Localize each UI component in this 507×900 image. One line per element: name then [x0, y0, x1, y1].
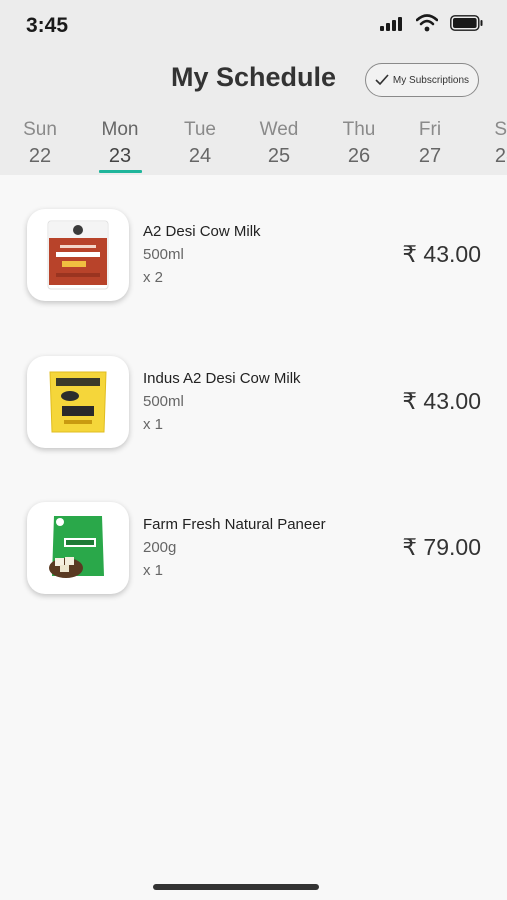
day-date: 24 [188, 145, 212, 167]
product-price: ₹ 79.00 [402, 534, 481, 560]
product-name: A2 Desi Cow Milk [143, 223, 261, 240]
milk-pouch-red-image [47, 220, 109, 290]
product-price: ₹ 43.00 [402, 241, 481, 267]
product-quantity: 500ml [143, 246, 184, 263]
selected-day-indicator [99, 170, 142, 173]
my-subscriptions-button[interactable]: My Subscriptions [365, 63, 479, 97]
product-quantity: 200g [143, 539, 177, 556]
day-name: Wed [259, 119, 299, 140]
day-name: Fri [418, 119, 442, 140]
product-thumbnail [27, 502, 129, 594]
day-tab-sat[interactable]: Sa 28 [476, 118, 507, 170]
day-date: 27 [418, 145, 442, 167]
day-tab-sun[interactable]: Sun 22 [10, 118, 70, 170]
status-bar: 3:45 [0, 0, 507, 50]
day-date: 25 [267, 145, 291, 167]
day-name: Mon [101, 119, 139, 140]
day-tab-thu[interactable]: Thu 26 [329, 118, 389, 170]
day-name: Sun [23, 119, 57, 140]
cellular-signal-icon [380, 17, 402, 31]
day-selector: Sun 22 Mon 23 Tue 24 Wed 25 Thu 26 Fri 2… [0, 118, 507, 175]
product-item[interactable]: Farm Fresh Natural Paneer 200g x 1 ₹ 79.… [0, 502, 507, 598]
my-subscriptions-label: My Subscriptions [392, 74, 470, 86]
day-date: 26 [347, 145, 371, 167]
product-count: x 1 [143, 562, 164, 579]
day-date: 28 [494, 145, 507, 167]
wifi-icon [416, 14, 438, 32]
day-tab-tue[interactable]: Tue 24 [170, 118, 230, 170]
checkmark-icon [375, 74, 389, 86]
paneer-pack-image [49, 516, 104, 578]
day-name: Tue [183, 119, 217, 140]
day-tab-mon[interactable]: Mon 23 [90, 118, 150, 170]
status-time: 3:45 [26, 14, 69, 37]
product-thumbnail [27, 356, 129, 448]
product-count: x 1 [143, 416, 164, 433]
day-tab-fri[interactable]: Fri 27 [400, 118, 460, 170]
product-item[interactable]: A2 Desi Cow Milk 500ml x 2 ₹ 43.00 [0, 209, 507, 305]
product-thumbnail [27, 209, 129, 301]
milk-pouch-yellow-image [49, 371, 107, 433]
day-name: Sa [494, 119, 507, 140]
header-area: 3:45 My Schedule My Subscriptions Sun 22 [0, 0, 507, 175]
product-name: Indus A2 Desi Cow Milk [143, 370, 301, 387]
product-name: Farm Fresh Natural Paneer [143, 516, 326, 533]
home-indicator[interactable] [153, 884, 319, 890]
battery-icon [450, 15, 483, 31]
product-quantity: 500ml [143, 393, 184, 410]
day-tab-wed[interactable]: Wed 25 [249, 118, 309, 170]
product-count: x 2 [143, 269, 164, 286]
product-item[interactable]: Indus A2 Desi Cow Milk 500ml x 1 ₹ 43.00 [0, 356, 507, 452]
product-price: ₹ 43.00 [402, 388, 481, 414]
day-date: 23 [108, 145, 132, 167]
day-name: Thu [342, 119, 376, 140]
day-date: 22 [28, 145, 52, 167]
